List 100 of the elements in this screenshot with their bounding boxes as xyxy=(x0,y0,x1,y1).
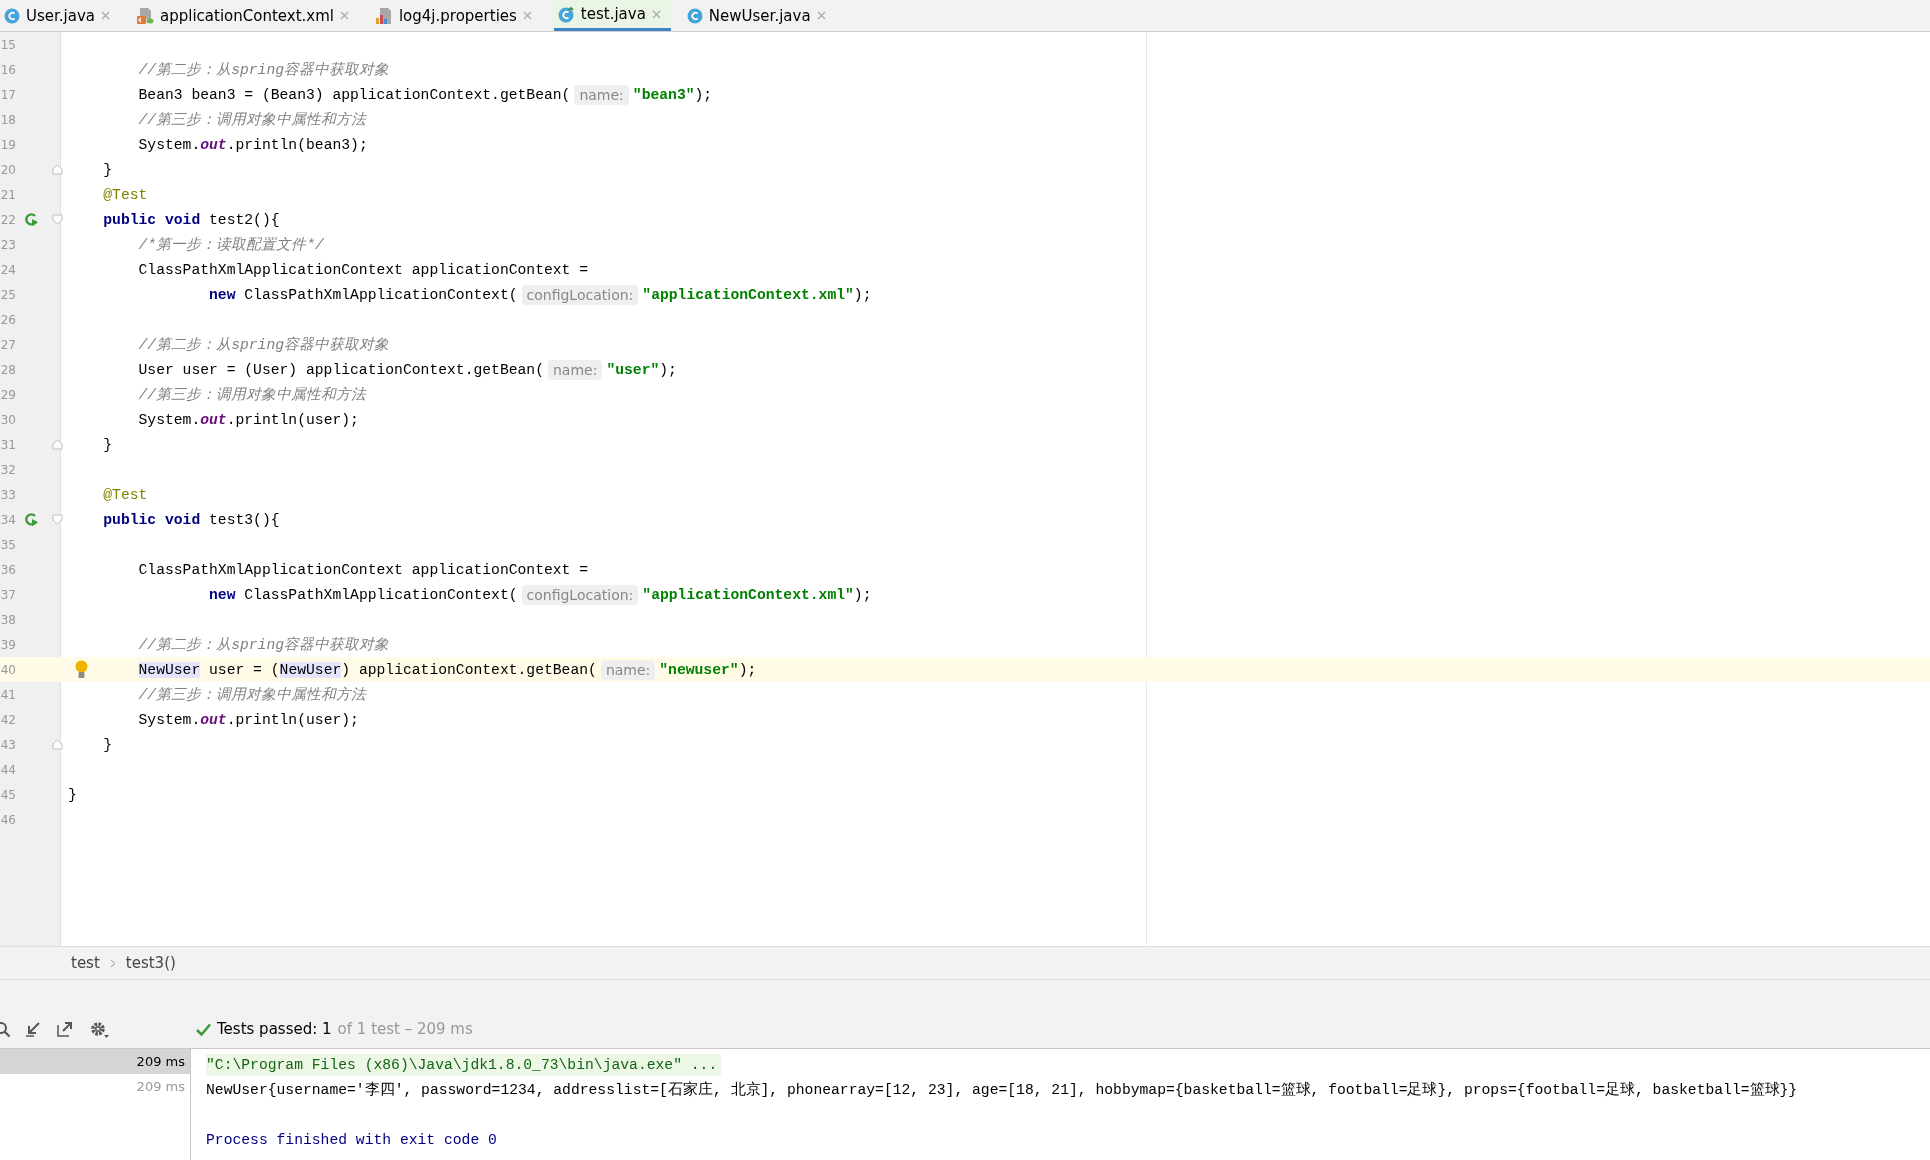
parameter-hint: configLocation: xyxy=(521,284,639,305)
editor-tab[interactable]: log4j.properties xyxy=(370,0,542,31)
line-number: 44 xyxy=(0,762,16,777)
code-text: @Test xyxy=(102,186,148,203)
line-number: 41 xyxy=(0,687,16,702)
line-number: 22 xyxy=(0,212,16,227)
chevron-icon xyxy=(109,958,116,968)
check-icon xyxy=(196,1022,211,1036)
line-number: 42 xyxy=(0,712,16,727)
line-number: 46 xyxy=(0,812,16,827)
code-text: Bean3 bean3 = (Bean3) applicationContext.getBean( xyxy=(137,86,571,103)
code-text: new ClassPathXmlApplicationContext( xyxy=(208,586,518,603)
line-number: 33 xyxy=(0,487,16,502)
code-text: } xyxy=(102,736,113,753)
parameter-hint: name: xyxy=(600,659,656,680)
close-icon[interactable] xyxy=(816,11,826,20)
test-status: Tests passed: 1 xyxy=(217,1020,332,1038)
fold-icon[interactable] xyxy=(52,739,63,750)
breadcrumb-item[interactable]: test3() xyxy=(125,954,176,972)
line-number: 38 xyxy=(0,612,16,627)
code-text: "user"); xyxy=(606,361,677,378)
code-text: "applicationContext.xml"); xyxy=(642,586,872,603)
line-number: 28 xyxy=(0,362,16,377)
fold-icon[interactable] xyxy=(52,164,63,175)
code-text: public void test3(){ xyxy=(102,511,280,528)
line-number: 29 xyxy=(0,387,16,402)
code-comment: /*第一步：读取配置文件*/ xyxy=(137,236,324,254)
close-icon[interactable] xyxy=(339,11,349,20)
import-icon[interactable] xyxy=(25,1021,41,1037)
line-number: 23 xyxy=(0,237,16,252)
line-number: 36 xyxy=(0,562,16,577)
line-number: 40 xyxy=(0,662,16,677)
console-line: NewUser{username='李四', password=1234, addresslist=[石家庄, 北京], phonearray=[12, 23], age=[18, 21], hobbymap={basketball=篮球, football=足球}, props={football=足球, basketball=篮球}} xyxy=(206,1080,1798,1100)
run-test-icon[interactable] xyxy=(24,212,39,227)
line-number: 26 xyxy=(0,312,16,327)
line-number: 39 xyxy=(0,637,16,652)
parameter-hint: configLocation: xyxy=(521,584,639,605)
line-number: 24 xyxy=(0,262,16,277)
parameter-hint: name: xyxy=(547,359,603,380)
code-comment: //第二步：从spring容器中获取对象 xyxy=(137,335,390,354)
test-class-icon xyxy=(557,5,575,23)
code-text: System.out.println(bean3); xyxy=(137,136,368,153)
line-number: 37 xyxy=(0,587,16,602)
code-text: ClassPathXmlApplicationContext applicationContext = xyxy=(137,561,589,578)
fold-icon[interactable] xyxy=(52,514,63,525)
code-text: ClassPathXmlApplicationContext applicationContext = xyxy=(137,261,589,278)
code-text: "applicationContext.xml"); xyxy=(642,286,872,303)
close-icon[interactable] xyxy=(651,9,661,19)
class-icon xyxy=(686,7,703,24)
close-icon[interactable] xyxy=(101,11,110,20)
parameter-hint: name: xyxy=(574,84,629,105)
line-number: 27 xyxy=(0,337,16,352)
code-comment: //第三步：调用对象中属性和方法 xyxy=(137,685,367,704)
line-number: 45 xyxy=(0,787,16,802)
code-text: new ClassPathXmlApplicationContext( xyxy=(208,286,518,303)
editor-tab[interactable]: NewUser.java xyxy=(682,0,836,31)
line-number: 32 xyxy=(0,462,16,477)
code-text: NewUser user = (NewUser) applicationContext.getBean( xyxy=(137,661,597,678)
line-number: 16 xyxy=(0,62,16,77)
console-line: Process finished with exit code 0 xyxy=(206,1130,497,1150)
test-summary: of 1 test – 209 ms xyxy=(337,1020,473,1038)
lightbulb-icon[interactable] xyxy=(75,660,88,679)
line-number: 30 xyxy=(0,412,16,427)
line-number: 35 xyxy=(0,537,16,552)
line-number: 34 xyxy=(0,512,16,527)
line-number: 20 xyxy=(0,162,16,177)
line-number: 25 xyxy=(0,287,16,302)
export-icon[interactable] xyxy=(57,1021,73,1037)
xml-file-icon xyxy=(136,6,154,25)
fold-icon[interactable] xyxy=(52,214,63,225)
line-number: 15 xyxy=(0,37,16,52)
code-text: } xyxy=(68,786,77,803)
fold-icon[interactable] xyxy=(52,439,63,450)
line-number: 19 xyxy=(0,137,16,152)
properties-file-icon xyxy=(374,6,393,25)
close-icon[interactable] xyxy=(522,11,532,20)
code-text: "bean3"); xyxy=(632,86,713,103)
code-text: System.out.println(user); xyxy=(137,711,359,728)
code-text: System.out.println(user); xyxy=(137,411,359,428)
code-comment: //第二步：从spring容器中获取对象 xyxy=(137,635,390,654)
code-comment: //第二步：从spring容器中获取对象 xyxy=(137,60,390,79)
line-number: 21 xyxy=(0,187,16,202)
editor-tab[interactable]: applicationContext.xml xyxy=(132,0,359,31)
line-number: 43 xyxy=(0,737,16,752)
code-text: User user = (User) applicationContext.getBean( xyxy=(137,361,544,378)
breadcrumb-item[interactable]: test xyxy=(71,954,100,972)
code-comment: //第三步：调用对象中属性和方法 xyxy=(137,385,367,404)
test-duration[interactable]: 209 ms xyxy=(0,1049,190,1074)
line-number: 18 xyxy=(0,112,16,127)
code-text: "newuser"); xyxy=(659,661,757,678)
code-text: } xyxy=(102,161,113,178)
run-test-icon[interactable] xyxy=(24,512,39,527)
editor-tab[interactable]: test.java xyxy=(553,0,671,31)
code-text: @Test xyxy=(102,486,148,503)
line-number: 31 xyxy=(0,437,16,452)
class-icon xyxy=(4,7,20,24)
line-number: 17 xyxy=(0,87,16,102)
settings-icon[interactable] xyxy=(90,1021,109,1039)
code-text: } xyxy=(102,436,113,453)
editor-tab[interactable]: User.java xyxy=(0,0,120,31)
